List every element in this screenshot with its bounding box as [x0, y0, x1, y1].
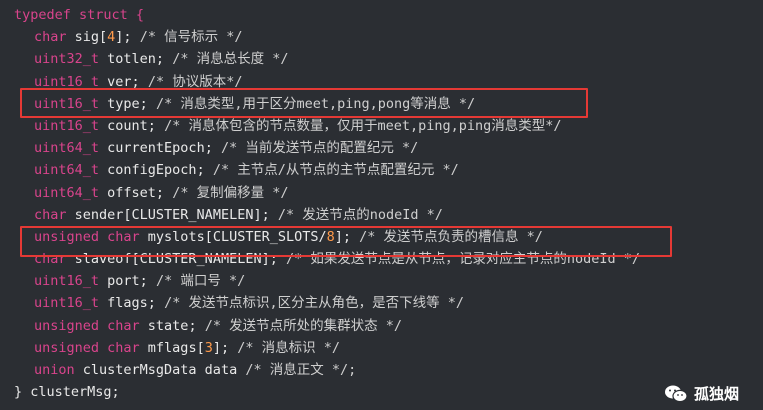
field-comment: /* 发送节点标识,区分主从角色，是否下线等 */	[164, 295, 464, 312]
field-type: unsigned char	[34, 317, 140, 334]
field-name: type;	[99, 95, 156, 112]
field-comment: /* 当前发送节点的配置纪元 */	[220, 140, 419, 157]
struct-close: } clusterMsg;	[14, 384, 120, 401]
field-comment: /* 发送节点的nodeId */	[277, 206, 443, 223]
code-line-field: uint16_t port; /* 端口号 */	[0, 270, 763, 292]
field-comment: /* 信号标示 */	[139, 29, 243, 46]
field-name: configEpoch;	[99, 162, 213, 179]
field-comment: /* 消息体包含的节点数量，仅用于meet,ping,ping消息类型*/	[164, 117, 562, 134]
field-comment: /* 消息标识 */	[237, 339, 341, 356]
field-type: uint64_t	[34, 184, 100, 201]
code-line-field: union clusterMsgData data /* 消息正文 */;	[0, 359, 763, 381]
code-line-field: uint64_t currentEpoch; /* 当前发送节点的配置纪元 */	[0, 137, 763, 159]
field-name: myslots[CLUSTER_SLOTS/	[139, 228, 327, 245]
field-name: currentEpoch;	[99, 140, 221, 157]
field-name: mflags[	[139, 339, 205, 356]
field-number: 8	[326, 228, 335, 245]
watermark: 孤独烟	[664, 383, 739, 404]
field-name: slaveof[CLUSTER_NAMELEN];	[66, 251, 286, 268]
code-line-field: unsigned char state; /* 发送节点所处的集群状态 */	[0, 315, 763, 337]
field-comment: /* 端口号 */	[155, 273, 246, 290]
field-rest: ];	[115, 29, 140, 46]
field-type: unsigned char	[34, 228, 140, 245]
field-rest: ];	[212, 339, 238, 356]
field-comment: /* 协议版本*/	[147, 73, 243, 90]
field-type: char	[34, 251, 67, 268]
field-name: clusterMsgData data	[74, 362, 246, 378]
code-line-field: char slaveof[CLUSTER_NAMELEN]; /* 如果发送节点…	[0, 248, 763, 270]
field-type: uint64_t	[34, 140, 100, 157]
field-comment: /* 发送节点所处的集群状态 */	[204, 317, 402, 334]
field-comment: /* 消息类型,用于区分meet,ping,pong等消息 */	[155, 95, 476, 112]
struct-fields: char sig[4]; /* 信号标示 */uint32_t totlen; …	[0, 26, 763, 381]
field-type: uint16_t	[34, 73, 100, 90]
code-line-field: uint16_t type; /* 消息类型,用于区分meet,ping,pon…	[0, 93, 763, 115]
field-comment: /* 消息总长度 */	[172, 51, 289, 68]
field-comment: /* 主节点/从节点的主节点配置纪元 */	[212, 162, 459, 179]
code-line-footer: } clusterMsg;	[0, 381, 763, 403]
field-type: uint16_t	[34, 117, 100, 134]
field-number: 3	[204, 339, 213, 356]
field-type: uint64_t	[34, 162, 100, 179]
field-type: unsigned char	[34, 339, 140, 356]
code-line-field: uint64_t offset; /* 复制偏移量 */	[0, 182, 763, 204]
field-name: state;	[139, 317, 205, 334]
field-type: char	[34, 29, 67, 46]
code-line-field: unsigned char myslots[CLUSTER_SLOTS/8]; …	[0, 226, 763, 248]
typedef-keyword: typedef struct {	[14, 7, 145, 23]
field-name: sig[	[66, 29, 108, 46]
field-name: offset;	[99, 184, 173, 201]
field-comment: /* 发送节点负责的槽信息 */	[359, 228, 543, 245]
code-line-field: unsigned char mflags[3]; /* 消息标识 */	[0, 337, 763, 359]
code-line-header: typedef struct {	[0, 4, 763, 26]
field-rest: ];	[334, 228, 360, 245]
field-comment: /* 消息正文 */;	[245, 362, 357, 378]
field-comment: /* 复制偏移量 */	[172, 184, 289, 201]
field-name: count;	[99, 117, 165, 134]
wechat-icon	[664, 385, 688, 402]
code-line-field: char sender[CLUSTER_NAMELEN]; /* 发送节点的no…	[0, 204, 763, 226]
field-name: totlen;	[99, 51, 173, 68]
field-type: uint16_t	[34, 273, 100, 290]
watermark-text: 孤独烟	[693, 385, 739, 403]
code-line-field: uint16_t count; /* 消息体包含的节点数量，仅用于meet,pi…	[0, 115, 763, 137]
field-type: uint16_t	[34, 95, 100, 112]
field-type: uint16_t	[34, 295, 100, 312]
code-line-field: uint16_t ver; /* 协议版本*/	[0, 71, 763, 93]
field-comment: /* 如果发送节点是从节点，记录对应主节点的nodeId */	[285, 251, 641, 268]
code-line-field: uint64_t configEpoch; /* 主节点/从节点的主节点配置纪元…	[0, 159, 763, 181]
field-name: ver;	[99, 73, 148, 90]
code-line-field: char sig[4]; /* 信号标示 */	[0, 26, 763, 48]
field-type: union	[34, 362, 75, 378]
field-name: sender[CLUSTER_NAMELEN];	[66, 206, 278, 223]
field-name: port;	[99, 273, 156, 290]
code-line-field: uint16_t flags; /* 发送节点标识,区分主从角色，是否下线等 *…	[0, 292, 763, 314]
field-name: flags;	[99, 295, 165, 312]
field-type: char	[34, 206, 67, 223]
code-block: typedef struct { char sig[4]; /* 信号标示 */…	[0, 4, 763, 403]
field-type: uint32_t	[34, 51, 100, 68]
code-line-field: uint32_t totlen; /* 消息总长度 */	[0, 48, 763, 70]
